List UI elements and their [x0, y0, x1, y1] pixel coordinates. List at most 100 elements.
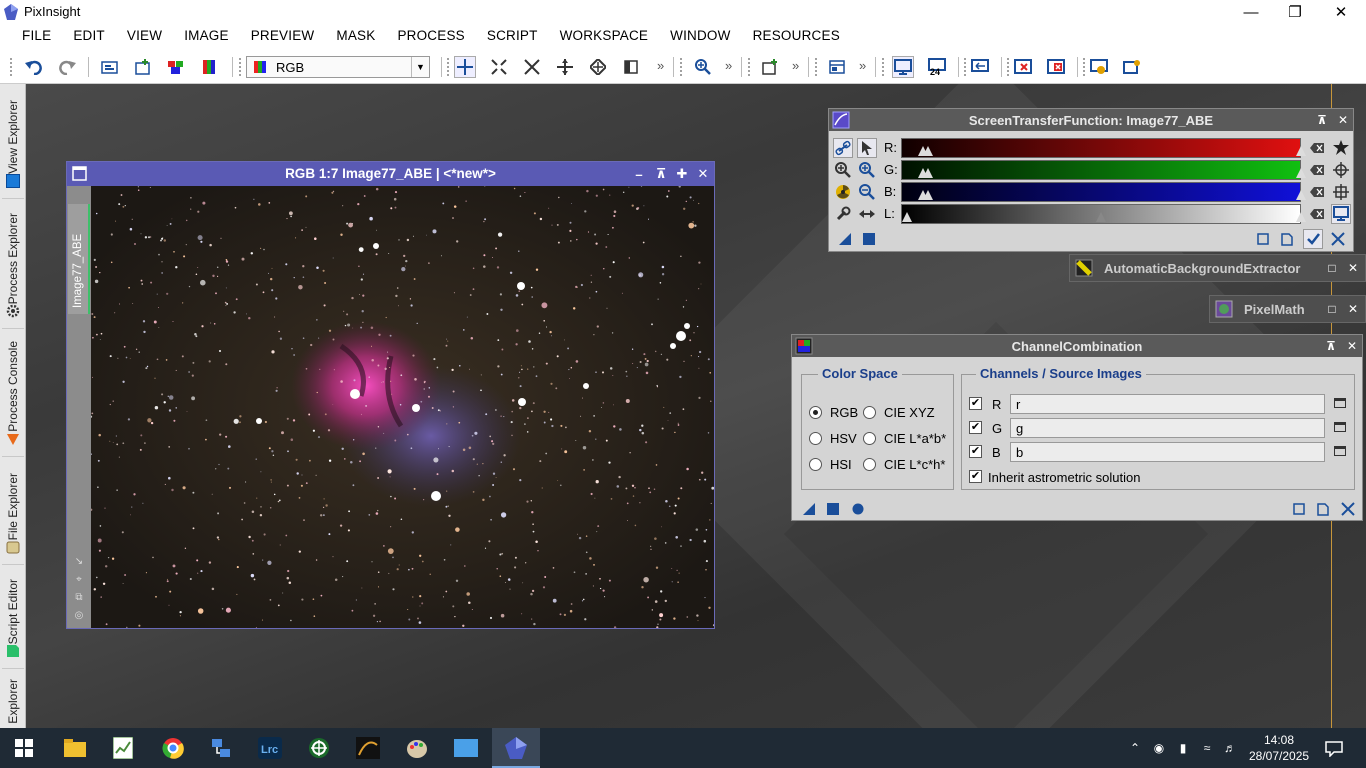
channel-r-checkbox[interactable]: ✔ — [969, 397, 982, 410]
toolbar-grip[interactable] — [747, 57, 751, 77]
pan-mode-icon[interactable] — [554, 56, 576, 78]
stf-titlebar[interactable]: ScreenTransferFunction: Image77_ABE ⊼ ✕ — [829, 109, 1353, 131]
new-image-icon[interactable] — [132, 56, 154, 78]
undo-icon[interactable] — [23, 56, 45, 78]
radio-cie-xyz[interactable]: CIE XYZ — [863, 405, 935, 420]
close-button[interactable]: ✕ — [1318, 0, 1364, 24]
auto-stretch-icon[interactable] — [1331, 138, 1351, 158]
clear-icon[interactable] — [1310, 141, 1324, 155]
more-icon[interactable]: » — [725, 58, 732, 73]
zoom-in-icon[interactable] — [692, 56, 714, 78]
apply-icon[interactable] — [850, 501, 866, 517]
clear-icon[interactable] — [1310, 185, 1324, 199]
zoom-in-icon[interactable] — [857, 160, 877, 180]
close-icon[interactable]: ✕ — [1344, 300, 1362, 318]
tab-explorer[interactable]: Explorer — [0, 672, 26, 724]
toolbar-grip[interactable] — [1006, 57, 1010, 77]
chevron-up-icon[interactable]: ⌃ — [1127, 740, 1143, 756]
stf-l-slider[interactable] — [901, 204, 1306, 224]
toolbar-grip[interactable] — [9, 57, 13, 77]
center-view-icon[interactable] — [587, 56, 609, 78]
mask-icon[interactable] — [826, 56, 848, 78]
24bit-stf-icon[interactable]: 24 — [926, 56, 948, 78]
clear-icon[interactable] — [1310, 163, 1324, 177]
menu-workspace[interactable]: WORKSPACE — [549, 24, 660, 49]
radio-cie-lab[interactable]: CIE L*a*b* — [863, 431, 946, 446]
toolbar-grip[interactable] — [1082, 57, 1086, 77]
select-view-icon[interactable] — [1334, 398, 1346, 408]
notifications-icon[interactable] — [1325, 740, 1343, 758]
menu-edit[interactable]: EDIT — [62, 24, 116, 49]
apply-process-icon[interactable] — [1121, 56, 1143, 78]
menu-file[interactable]: FILE — [11, 24, 62, 49]
close-icon[interactable]: ✕ — [1343, 337, 1361, 355]
preview-mode-icon[interactable] — [620, 56, 642, 78]
close-icon[interactable]: ✕ — [1334, 111, 1352, 129]
menu-preview[interactable]: PREVIEW — [240, 24, 326, 49]
cc-titlebar[interactable]: ChannelCombination ⊼ ✕ — [792, 335, 1362, 357]
toolbar-grip[interactable] — [238, 57, 242, 77]
move-icon[interactable] — [1331, 182, 1351, 202]
chevron-down-icon[interactable]: ▼ — [411, 57, 429, 77]
astro-app-icon[interactable] — [354, 734, 382, 762]
clone-icon[interactable]: ⧉ — [73, 592, 85, 604]
open-image-icon[interactable] — [99, 56, 121, 78]
close-icon[interactable]: ✕ — [1344, 259, 1362, 277]
stf-g-slider[interactable] — [901, 160, 1306, 180]
channel-b-source-input[interactable]: b — [1010, 442, 1325, 462]
channel-g-source-input[interactable]: g — [1010, 418, 1325, 438]
menu-window[interactable]: WINDOW — [659, 24, 741, 49]
wifi-icon[interactable]: ≈ — [1199, 740, 1215, 756]
horizontal-arrows-icon[interactable] — [857, 204, 877, 224]
shade-icon[interactable]: ⊼ — [1322, 337, 1340, 355]
new-instance-icon[interactable] — [801, 501, 817, 517]
redo-icon[interactable] — [56, 56, 78, 78]
toolbar-grip[interactable] — [963, 57, 967, 77]
reset-icon[interactable] — [1330, 231, 1346, 247]
browse-documentation-icon[interactable] — [1255, 231, 1271, 247]
channel-b-checkbox[interactable]: ✔ — [969, 445, 982, 458]
reset-icon[interactable] — [1340, 501, 1356, 517]
stf-panel[interactable]: ScreenTransferFunction: Image77_ABE ⊼ ✕ … — [828, 108, 1354, 252]
pixinsight-app-icon[interactable] — [502, 734, 530, 762]
channel-r-source-input[interactable]: r — [1010, 394, 1325, 414]
stf-b-slider[interactable] — [901, 182, 1306, 202]
edit-mode-icon[interactable] — [857, 138, 877, 158]
apply-global-icon[interactable] — [861, 231, 877, 247]
browse-documentation-icon[interactable] — [1291, 501, 1307, 517]
spreadsheet-app-icon[interactable] — [109, 734, 137, 762]
minimize-button[interactable]: — — [1228, 0, 1274, 24]
shade-icon[interactable]: ⊼ — [1313, 111, 1331, 129]
radio-rgb[interactable]: RGB — [809, 405, 858, 420]
image-window[interactable]: RGB 1:7 Image77_ABE | <*new*> – ⊼ ✚ ✕ Im… — [66, 161, 715, 629]
select-view-icon[interactable] — [1334, 446, 1346, 456]
zoom-fit-icon[interactable] — [488, 56, 510, 78]
pixelmath-panel[interactable]: PixelMath □ ✕ — [1209, 295, 1366, 323]
combine-channels-icon[interactable] — [198, 56, 220, 78]
menu-mask[interactable]: MASK — [325, 24, 386, 49]
wrench-icon[interactable] — [833, 204, 853, 224]
file-explorer-app-icon[interactable] — [61, 734, 89, 762]
nebula-image[interactable] — [91, 186, 714, 628]
zoom-out-icon[interactable] — [857, 182, 877, 202]
webcam-icon[interactable]: ◉ — [1151, 740, 1167, 756]
channel-combination-panel[interactable]: ChannelCombination ⊼ ✕ Color Space RGB C… — [791, 334, 1363, 521]
tab-script-editor[interactable]: Script Editor — [0, 568, 26, 664]
close-view-icon[interactable] — [1012, 56, 1034, 78]
close-all-icon[interactable] — [1045, 56, 1067, 78]
stf-monitor-icon[interactable] — [892, 56, 914, 78]
apply-global-icon[interactable] — [825, 501, 841, 517]
inherit-astrometric-checkbox[interactable]: ✔ — [969, 470, 982, 483]
restore-icon[interactable]: □ — [1323, 300, 1341, 318]
monitor-icon[interactable] — [1331, 204, 1351, 224]
toolbar-grip[interactable] — [446, 57, 450, 77]
taskbar-clock[interactable]: 14:08 28/07/2025 — [1249, 732, 1309, 764]
stf-r-slider[interactable] — [901, 138, 1306, 158]
image-identifier-tab[interactable]: Image77_ABE — [68, 204, 90, 314]
toolbar-grip[interactable] — [679, 57, 683, 77]
new-instance-icon[interactable] — [837, 231, 853, 247]
desktop-app-icon[interactable] — [452, 734, 480, 762]
zoom-mode-icon[interactable] — [521, 56, 543, 78]
restore-button[interactable]: ❐ — [1272, 0, 1318, 24]
maximize-icon[interactable]: ✚ — [673, 165, 691, 183]
